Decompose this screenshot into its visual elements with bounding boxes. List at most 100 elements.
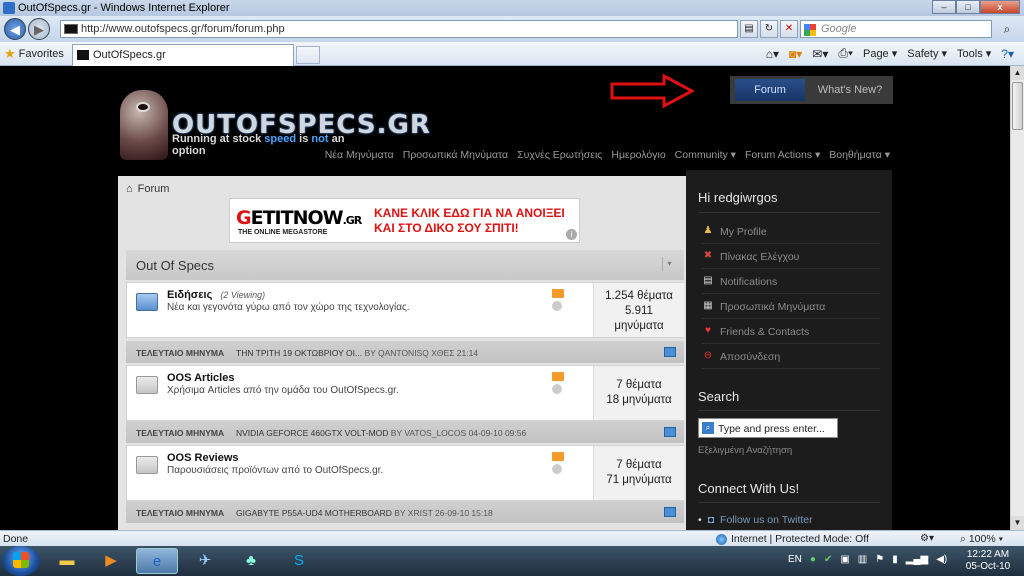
sidebar-item-private-messages[interactable]: ▦ Προσωπικά Μηνύματα [702,295,880,319]
subscribe-icon[interactable] [552,464,562,474]
twitter-link[interactable]: • ◘ Follow us on Twitter [698,514,813,526]
close-window-button[interactable]: x [980,0,1020,14]
sidebar-item-profile[interactable]: ♟ My Profile [702,220,880,244]
network-icon[interactable]: ▂▄▆ [906,554,928,565]
flag-icon[interactable]: ⚑ [875,554,884,565]
language-indicator[interactable]: EN [788,554,802,565]
rss-icon[interactable] [552,452,564,461]
ie-icon [3,2,15,14]
last-post-title[interactable]: GIGABYTE P55A-UD4 MOTHERBOARD [236,508,392,518]
windows-logo-icon [13,552,29,568]
power-icon[interactable]: ▮ [892,554,898,565]
help-icon[interactable]: ?▾ [1001,47,1014,61]
favorites-button[interactable]: ★ Favorites [4,46,64,62]
browser-tab[interactable]: OutOfSpecs.gr [72,44,294,66]
home-icon[interactable]: ⌂▾ [766,47,779,61]
go-to-post-icon[interactable] [664,507,676,517]
sidebar-item-logout[interactable]: ⊖ Αποσύνδεση [702,345,880,369]
zoom-control[interactable]: ⌕ 100% ▾ [960,533,1003,546]
network-app-taskbar-icon[interactable]: ♣ [230,548,272,574]
rss-icon[interactable] [552,289,564,298]
nav-calendar[interactable]: Ημερολόγιο [611,149,665,163]
tray-app-icon[interactable]: ▣ [840,554,849,565]
last-post-info: ΤΗΝ ΤΡΙΤΗ 19 ΟΚΤΩΒΡΙΟΥ ΟΙ... BY QANTONIS… [236,348,478,358]
volume-icon[interactable]: ◀) [936,554,947,565]
viewing-count: (2 Viewing) [220,290,266,300]
nav-forum-actions[interactable]: Forum Actions ▾ [745,149,820,163]
info-icon[interactable]: i [566,229,577,240]
nav-private-messages[interactable]: Προσωπικά Μηνύματα [403,149,508,163]
print-icon[interactable]: ⎙▾ [838,46,853,61]
forward-button[interactable]: ▶ [28,18,50,40]
subscribe-icon[interactable] [552,301,562,311]
search-box[interactable]: Google [800,20,992,38]
forum-search-input[interactable]: ⌕ Type and press enter... [698,418,838,438]
bullet-icon: • [698,514,702,526]
last-post-author[interactable]: BY XRIST 26-09-10 15:18 [394,508,492,518]
security-zone[interactable]: Internet | Protected Mode: Off [716,533,869,545]
scroll-down-arrow-icon[interactable]: ▼ [1011,516,1024,530]
feeds-icon[interactable]: ◙▾ [789,47,802,61]
collapse-icon[interactable]: ▾ [662,257,676,271]
home-icon[interactable]: ⌂ [126,183,133,195]
search-icon[interactable]: ⌕ [994,20,1020,38]
tray-app-icon[interactable]: ▥ [858,554,867,565]
sidebar-item-notifications[interactable]: ▤ Notifications [702,270,880,294]
category-title[interactable]: Out Of Specs [136,258,214,273]
forum-title[interactable]: Ειδήσεις (2 Viewing) [167,289,265,301]
forum-title-text: OOS Articles [167,372,235,384]
notifications-icon: ▤ [703,275,713,286]
minimize-button[interactable]: – [932,0,956,14]
last-post-bar: ΤΕΛΕΥΤΑΙΟ ΜΗΝΥΜΑ ΤΗΝ ΤΡΙΤΗ 19 ΟΚΤΩΒΡΙΟΥ … [126,341,684,363]
nav-community[interactable]: Community ▾ [675,149,736,163]
tray-check-icon[interactable]: ✔ [824,554,832,565]
subscribe-icon[interactable] [552,384,562,394]
media-player-taskbar-icon[interactable]: ▶ [90,548,132,574]
nav-faq[interactable]: Συχνές Ερωτήσεις [517,149,602,163]
safety-menu[interactable]: Safety ▾ [907,47,947,60]
go-to-post-icon[interactable] [664,427,676,437]
last-post-title[interactable]: NVIDIA GEFORCE 460GTX VOLT-MOD [236,428,388,438]
scroll-thumb[interactable] [1012,82,1023,130]
ie-taskbar-icon[interactable]: e [136,548,178,574]
maximize-button[interactable]: □ [956,0,980,14]
forum-row: OOS Articles Χρήσιμα Articles από την ομ… [126,365,684,421]
start-button[interactable] [2,546,40,576]
compatibility-view-icon[interactable]: ▤ [740,20,758,38]
nav-tools[interactable]: Βοηθήματα ▾ [829,149,890,163]
skype-taskbar-icon[interactable]: S [278,548,320,574]
clock[interactable]: 12:22 AM 05-Oct-10 [958,549,1018,573]
tab-whats-new[interactable]: What's New? [810,79,890,101]
tab-forum[interactable]: Forum [735,79,805,101]
red-arrow-annotation [610,74,694,108]
new-tab-button[interactable] [296,46,320,64]
go-to-post-icon[interactable] [664,347,676,357]
last-post-author[interactable]: BY QANTONISQ ΧΘΕΣ 21:14 [364,348,478,358]
nav-new-posts[interactable]: Νέα Μηνύματα [325,149,394,163]
breadcrumb-forum[interactable]: Forum [138,183,170,195]
address-field[interactable]: http://www.outofspecs.gr/forum/forum.php [60,20,738,38]
refresh-icon[interactable]: ↻ [760,20,778,38]
scroll-up-arrow-icon[interactable]: ▲ [1011,66,1024,80]
vertical-scrollbar[interactable]: ▲ ▼ [1010,66,1024,530]
last-post-title[interactable]: ΤΗΝ ΤΡΙΤΗ 19 ΟΚΤΩΒΡΙΟΥ ΟΙ... [236,348,362,358]
app-taskbar-icon[interactable]: ✈ [184,548,226,574]
sidebar-item-friends[interactable]: ♥ Friends & Contacts [702,320,880,344]
back-button[interactable]: ◀ [4,18,26,40]
tray-app-icon[interactable]: ● [810,554,816,565]
forum-title[interactable]: OOS Articles [167,372,234,384]
security-icon[interactable]: ⚙▾ [920,533,934,544]
sidebar-item-control-panel[interactable]: ✖ Πίνακας Ελέγχου [702,245,880,269]
tools-menu[interactable]: Tools ▾ [957,47,991,60]
command-bar: ⌂▾ ◙▾ ✉▾ ⎙▾ Page ▾ Safety ▾ Tools ▾ ?▾ [766,46,1014,61]
page-menu[interactable]: Page ▾ [863,47,897,60]
advanced-search-link[interactable]: Εξελιγμένη Αναζήτηση [698,445,792,456]
explorer-taskbar-icon[interactable]: ▬ [46,548,88,574]
ad-banner[interactable]: GETITNOW.GR THE ONLINE MEGASTORE ΚΑΝΕ ΚΛ… [229,198,580,243]
forum-title[interactable]: OOS Reviews [167,452,239,464]
stop-icon[interactable]: ✕ [780,20,798,38]
post-count: 5.911 [625,305,653,317]
mail-icon[interactable]: ✉▾ [812,47,828,61]
rss-icon[interactable] [552,372,564,381]
last-post-author[interactable]: BY VATOS_LOCOS 04-09-10 09:56 [391,428,526,438]
